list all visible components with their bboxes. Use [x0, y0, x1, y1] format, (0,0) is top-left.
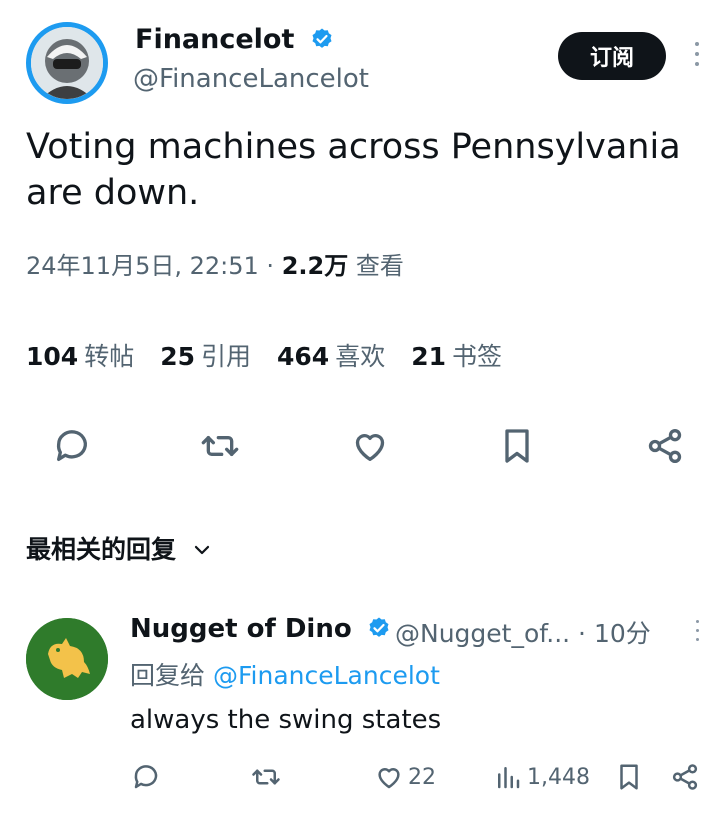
reply-time[interactable]: · 10分 [578, 619, 651, 648]
replies-sort-label: 最相关的回复 [26, 535, 177, 564]
analytics-icon [498, 767, 520, 789]
subscribe-button[interactable]: 订阅 [558, 32, 666, 80]
chevron-down-icon [194, 545, 209, 555]
view-count: 2.2万 [281, 252, 349, 280]
reply-icon [134, 765, 158, 789]
reply-author-name-text[interactable]: Nugget of Dino [130, 614, 352, 644]
author-avatar[interactable] [26, 22, 108, 104]
reply-handle-time: @Nugget_of... · 10分 [395, 614, 651, 650]
reply-bookmark-button[interactable] [614, 760, 644, 794]
action-bar [0, 426, 714, 476]
retweet-icon[interactable] [200, 426, 244, 470]
reply-more-options-icon[interactable] [693, 620, 701, 648]
engagement-stats: 104 转帖 25 引用 464 喜欢 21 书签 [26, 337, 502, 373]
stat-quotes[interactable]: 25 引用 [160, 337, 251, 373]
reply-action-bar: 22 1,448 [0, 760, 714, 800]
reply-retweet-button[interactable] [251, 760, 281, 794]
reply-avatar[interactable] [26, 618, 108, 700]
like-icon[interactable] [350, 426, 394, 470]
like-icon [378, 768, 400, 789]
tweet-text: Voting machines across Pennsylvania are … [26, 127, 681, 213]
bookmark-icon [620, 764, 638, 790]
stat-bookmarks[interactable]: 21 书签 [411, 337, 502, 373]
more-options-icon[interactable] [692, 42, 702, 74]
stat-reposts[interactable]: 104 转帖 [26, 337, 134, 373]
view-label: 查看 [355, 252, 404, 280]
share-icon [672, 764, 698, 790]
replying-to-prefix: 回复给 [130, 661, 206, 690]
author-name[interactable]: Financelot [135, 24, 334, 55]
reply-reply-button[interactable] [131, 760, 161, 794]
reply-like-count: 22 [408, 764, 436, 790]
reply-author-handle[interactable]: @Nugget_of... [395, 619, 570, 648]
tweet-meta: 24年11月5日, 22:51 · 2.2万 查看 [26, 246, 404, 281]
verified-badge-icon [369, 617, 389, 637]
retweet-icon [252, 769, 280, 785]
reply-share-button[interactable] [670, 760, 700, 794]
author-name-text[interactable]: Financelot [135, 24, 294, 55]
tweet-timestamp[interactable]: 24年11月5日, 22:51 [26, 252, 259, 280]
reply-like-button[interactable]: 22 [374, 760, 436, 794]
share-icon[interactable] [645, 426, 689, 470]
reply-text: always the swing states [130, 705, 442, 735]
reply-views-button[interactable]: 1,448 [493, 760, 590, 794]
author-handle[interactable]: @FinanceLancelot [133, 64, 369, 94]
replying-to-handle[interactable]: @FinanceLancelot [213, 661, 440, 690]
reply-author-name[interactable]: Nugget of Dino [130, 614, 391, 644]
reply-icon[interactable] [52, 426, 96, 470]
replying-to: 回复给 @FinanceLancelot [130, 656, 440, 692]
bookmark-icon[interactable] [497, 426, 541, 470]
reply-view-count: 1,448 [527, 764, 590, 790]
verified-badge-icon [312, 28, 332, 48]
meta-separator: · [266, 252, 275, 280]
stat-likes[interactable]: 464 喜欢 [277, 337, 385, 373]
replies-sort-dropdown[interactable]: 最相关的回复 [26, 530, 211, 566]
